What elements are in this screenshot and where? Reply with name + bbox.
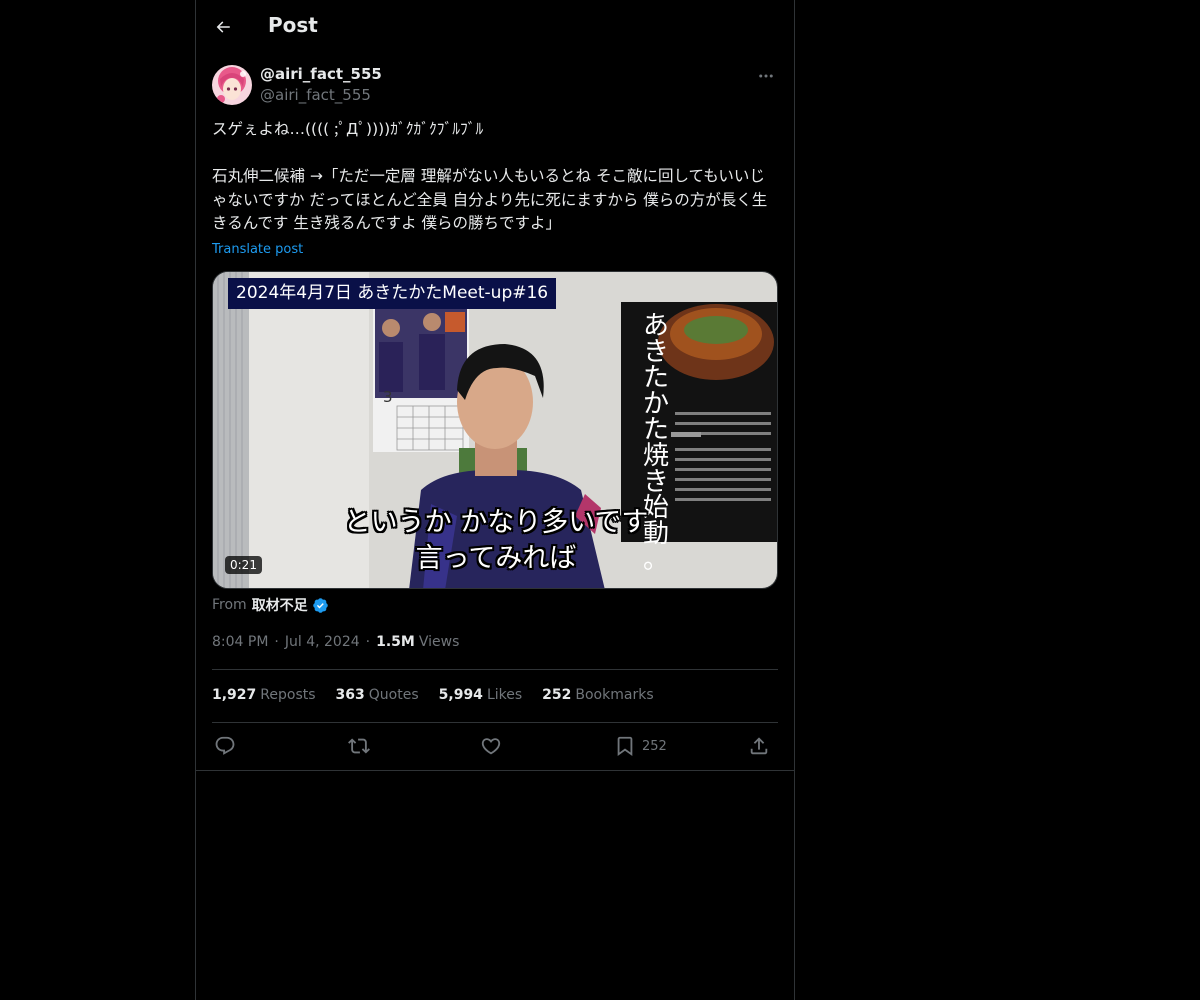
post-bottom-border (196, 770, 794, 771)
post-text-line1: スゲぇよね…(((( ;ﾟДﾟ))))ｶﾞｸｶﾞｸﾌﾞﾙﾌﾞﾙ (212, 120, 484, 138)
video-player[interactable]: 3 あきたかた焼き始動。 2024年4月7日 あきたかたMeet-up#16 と… (212, 271, 778, 589)
repost-button[interactable] (348, 732, 370, 760)
like-button[interactable] (480, 732, 502, 760)
share-icon (750, 737, 768, 755)
author-handle[interactable]: @airi_fact_555 (260, 86, 371, 104)
heart-icon (481, 738, 501, 755)
post-text: スゲぇよね…(((( ;ﾟДﾟ))))ｶﾞｸｶﾞｸﾌﾞﾙﾌﾞﾙ 石丸伸二候補 →… (212, 118, 780, 236)
stat-quotes[interactable]: 363 Quotes (336, 687, 419, 703)
arrow-left-icon (216, 21, 230, 33)
post-date[interactable]: Jul 4, 2024 (285, 634, 360, 650)
divider (212, 669, 778, 670)
back-button[interactable] (210, 14, 236, 40)
meta-separator: · (365, 634, 371, 650)
source-attribution: From 取材不足 (212, 595, 329, 615)
bookmark-count: 252 (642, 738, 667, 754)
bookmark-icon (617, 736, 633, 757)
more-horizontal-icon (759, 74, 773, 78)
post-author: @airi_fact_555 @airi_fact_555 (212, 64, 778, 108)
post-detail-column: Post @airi_fact_555 @airi_fact_555 スゲぇよね… (195, 0, 795, 1000)
reply-icon (215, 736, 235, 755)
meta-separator: · (274, 634, 279, 650)
avatar[interactable] (212, 65, 252, 105)
more-options-button[interactable] (754, 64, 778, 88)
engagement-stats: 1,927 Reposts 363 Quotes 5,994 Likes 252 Boo… (212, 687, 674, 703)
post-time[interactable]: 8:04 PM (212, 634, 268, 650)
post-header: Post (196, 0, 794, 54)
video-duration: 0:21 (225, 556, 262, 574)
action-bar: 252 (212, 732, 778, 760)
reply-button[interactable] (214, 732, 236, 760)
views-count: 1.5M (376, 634, 415, 650)
translate-post-link[interactable]: Translate post (212, 242, 303, 257)
post-meta: 8:04 PM · Jul 4, 2024 · 1.5M Views (212, 634, 459, 650)
stat-likes[interactable]: 5,994 Likes (439, 687, 523, 703)
calendar-number: 3 (383, 388, 393, 406)
verified-badge-icon (312, 597, 329, 614)
source-account-name[interactable]: 取材不足 (252, 595, 308, 615)
repost-icon (348, 738, 370, 754)
views-label: Views (418, 634, 460, 650)
page-title: Post (268, 13, 318, 37)
author-display-name[interactable]: @airi_fact_555 (260, 65, 382, 83)
bookmark-button[interactable]: 252 (614, 732, 667, 760)
post-text-body: 石丸伸二候補 →「ただ一定層 理解がない人もいるとね そこ敵に回してもいいじゃな… (212, 167, 768, 232)
share-button[interactable] (748, 732, 770, 760)
video-subtitle-line2: 言ってみれば (415, 543, 577, 574)
from-label: From (212, 597, 247, 613)
divider (212, 722, 778, 723)
video-subtitle-line1: というか かなり多いです (343, 507, 649, 538)
stat-reposts[interactable]: 1,927 Reposts (212, 687, 316, 703)
stat-bookmarks[interactable]: 252 Bookmarks (542, 687, 653, 703)
video-banner: 2024年4月7日 あきたかたMeet-up#16 (228, 278, 557, 309)
